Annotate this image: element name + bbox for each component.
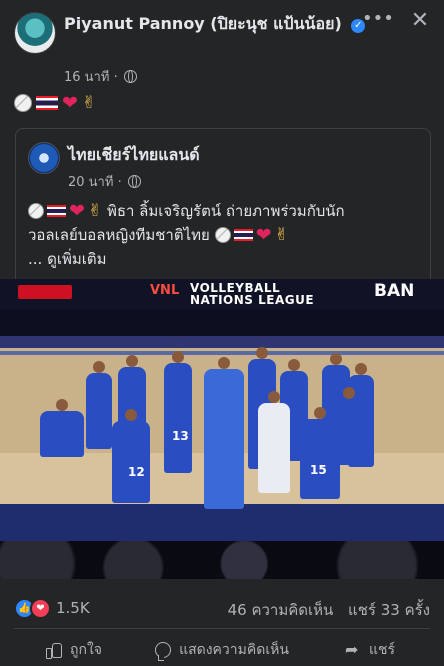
post-header: Piyanut Pannoy (ปิยะนุช แป้นน้อย) ✓ 16 น…: [0, 0, 444, 92]
reaction-count[interactable]: 1.5K: [56, 599, 90, 617]
comment-button[interactable]: แสดงความคิดเห็น: [148, 634, 296, 666]
team-photo[interactable]: VNL VOLLEYBALL NATIONS LEAGUE BAN 13 12 15: [0, 279, 444, 579]
author-name[interactable]: Piyanut Pannoy (ปิยะนุช แป้นน้อย): [64, 14, 342, 33]
post-emoji-caption: ❤ ✌: [14, 91, 96, 115]
volleyball-emoji: [14, 94, 32, 112]
shared-emoji-group-end: ❤ ✌: [214, 224, 289, 246]
reaction-summary[interactable]: 👍 ❤ 1.5K: [14, 597, 90, 619]
jersey-number: 13: [172, 429, 189, 443]
volleyball-emoji: [214, 227, 231, 243]
more-options-button[interactable]: •••: [362, 8, 394, 32]
red-heart-emoji: ❤: [69, 200, 85, 222]
banner-line-2: NATIONS LEAGUE: [190, 293, 315, 307]
shared-emoji-group: ❤ ✌: [28, 201, 102, 221]
shared-text-line-1: พิธา ลิ้มเจริญรัตน์ ถ่ายภาพร่วมกับนัก: [106, 202, 345, 220]
shared-page-name[interactable]: ไทยเชียร์ไทยแลนด์: [68, 143, 200, 168]
globe-icon[interactable]: [127, 175, 141, 188]
player-figure: [112, 409, 150, 503]
globe-icon[interactable]: [123, 70, 137, 83]
close-button[interactable]: ✕: [406, 8, 434, 36]
red-heart-emoji: ❤: [62, 92, 78, 114]
banner-sponsor-left: [18, 285, 72, 299]
share-count[interactable]: แชร์ 33 ครั้ง: [348, 601, 430, 619]
see-more-link[interactable]: ... ดูเพิ่มเติม: [28, 250, 106, 268]
jersey-number: 15: [310, 463, 327, 477]
comment-label: แสดงความคิดเห็น: [179, 642, 289, 658]
shared-post-time[interactable]: 20 นาที: [68, 175, 113, 190]
shared-page-avatar[interactable]: [28, 142, 60, 174]
arena-banner: VNL VOLLEYBALL NATIONS LEAGUE BAN: [0, 279, 444, 309]
player-figure: [164, 351, 192, 473]
victory-hand-emoji: ✌: [274, 225, 289, 245]
center-figure: [204, 357, 244, 509]
shared-text-line-2: วอลเลย์บอลหญิงทีมชาติไทย: [28, 226, 210, 244]
banner-text: VOLLEYBALL NATIONS LEAGUE: [190, 282, 314, 306]
crowd-foreground: [0, 541, 444, 579]
author-avatar[interactable]: [14, 12, 56, 54]
player-figure: [332, 387, 366, 457]
post-meta: 16 นาที ·: [64, 66, 137, 87]
share-icon: ➦: [344, 640, 359, 659]
banner-sponsor-right: BAN: [374, 281, 415, 301]
vnl-logo: VNL: [150, 283, 180, 298]
post-time[interactable]: 16 นาที: [64, 70, 109, 85]
jersey-number: 12: [128, 465, 145, 479]
victory-hand-emoji: ✌: [81, 93, 97, 113]
thai-flag-emoji: [47, 205, 66, 217]
shared-post-text: ❤ ✌ พิธา ลิ้มเจริญรัตน์ ถ่ายภาพร่วมกับนั…: [28, 199, 424, 271]
comment-icon: [155, 642, 172, 661]
engagement-stats: 46 ความคิดเห็น แชร์ 33 ครั้ง: [218, 598, 430, 622]
player-figure: [258, 391, 290, 493]
thai-flag-emoji: [36, 96, 58, 110]
player-figure: [86, 361, 112, 449]
player-figure: [40, 399, 84, 457]
thai-flag-emoji: [233, 229, 253, 241]
like-icon: [46, 642, 62, 659]
post-actions: ถูกใจ แสดงความคิดเห็น ➦ แชร์: [0, 634, 444, 666]
like-label: ถูกใจ: [70, 642, 102, 658]
author-name-block[interactable]: Piyanut Pannoy (ปิยะนุช แป้นน้อย) ✓: [64, 12, 394, 35]
share-button[interactable]: ➦ แชร์: [296, 634, 444, 666]
share-label: แชร์: [368, 642, 396, 658]
court-line: [0, 351, 444, 355]
action-divider: [14, 628, 430, 629]
like-button[interactable]: ถูกใจ: [0, 634, 148, 666]
love-reaction-icon: ❤: [30, 597, 51, 619]
red-heart-emoji: ❤: [255, 224, 272, 246]
comment-count[interactable]: 46 ความคิดเห็น: [228, 601, 334, 619]
shared-post-card[interactable]: ไทยเชียร์ไทยแลนด์ 20 นาที · ❤ ✌ พิธา ลิ้…: [15, 128, 431, 285]
shared-post-meta: 20 นาที ·: [68, 171, 141, 192]
volleyball-emoji: [28, 203, 44, 219]
victory-hand-emoji: ✌: [87, 201, 103, 221]
